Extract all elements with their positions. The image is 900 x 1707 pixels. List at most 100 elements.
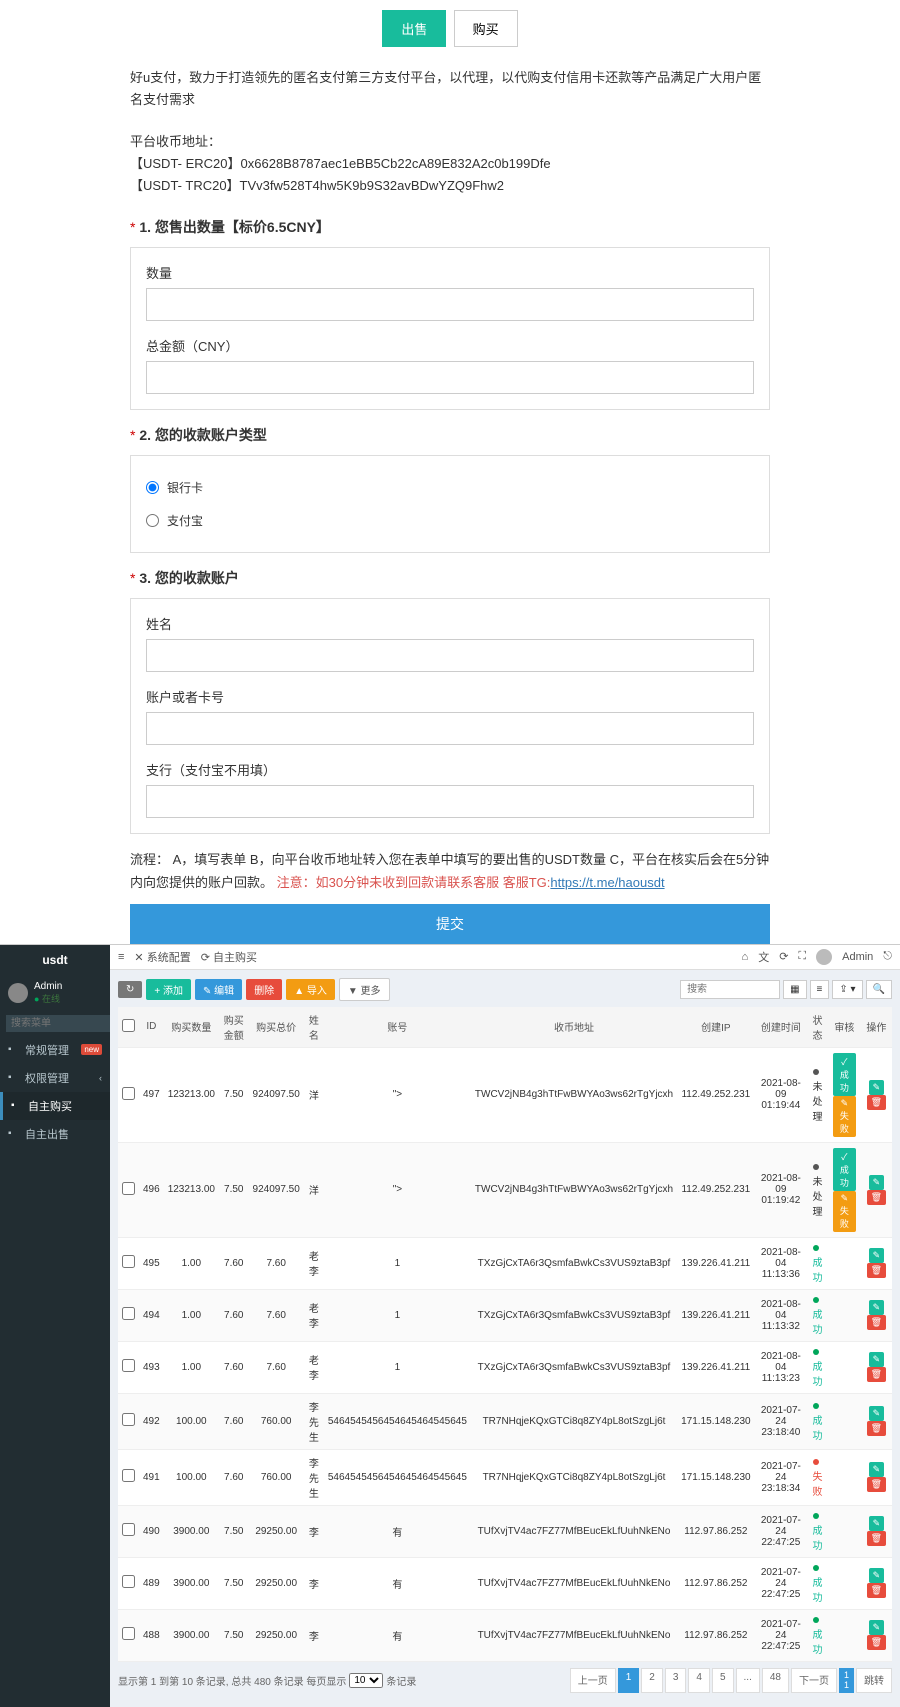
export-icon[interactable]: ⇪ ▾ [832, 980, 862, 999]
total-input[interactable] [146, 361, 754, 394]
col-3: 购买金额 [219, 1007, 249, 1048]
row-check[interactable] [122, 1523, 135, 1536]
row-edit[interactable]: ✎ [869, 1406, 885, 1421]
row-delete[interactable]: 🗑 [867, 1315, 886, 1330]
cell-ip: 139.226.41.211 [677, 1237, 755, 1289]
more-button[interactable]: ▼ 更多 [339, 978, 390, 1001]
row-delete[interactable]: 🗑 [867, 1477, 886, 1492]
cell-qty: 3900.00 [164, 1609, 219, 1661]
sidebar-item-自主出售[interactable]: ▪自主出售 [0, 1120, 110, 1148]
audit-fail[interactable]: ✎ 失败 [833, 1096, 856, 1137]
cell-name: 洋 [304, 1047, 324, 1142]
check-all[interactable] [122, 1019, 135, 1032]
row-edit[interactable]: ✎ [869, 1175, 885, 1190]
row-delete[interactable]: 🗑 [867, 1367, 886, 1382]
topbar-home-icon[interactable]: ⌂ [742, 951, 749, 963]
topbar-logout-icon[interactable]: ⎋ [883, 950, 892, 963]
audit-fail[interactable]: ✎ 失败 [833, 1191, 856, 1232]
row-edit[interactable]: ✎ [869, 1516, 885, 1531]
edit-button[interactable]: ✎ 编辑 [195, 979, 242, 1000]
row-check[interactable] [122, 1575, 135, 1588]
table-search-input[interactable] [680, 980, 780, 999]
data-table: ID购买数量购买金额购买总价姓名账号收币地址创建IP创建时间状态审核操作 497… [118, 1007, 892, 1662]
sidebar-item-自主购买[interactable]: ▪自主购买 [0, 1092, 110, 1120]
cell-addr: TWCV2jNB4g3hTtFwBWYAo3ws62rTgYjcxh [471, 1047, 677, 1142]
tab-sell[interactable]: 出售 [382, 10, 446, 47]
topbar-tab-1[interactable]: ✕ 系统配置 [134, 949, 190, 965]
pager-next[interactable]: 下一页 [791, 1668, 837, 1694]
sidebar-item-权限管理[interactable]: ▪权限管理‹ [0, 1064, 110, 1092]
pager-page-3[interactable]: 3 [665, 1668, 687, 1694]
audit-success[interactable]: ✓ 成功 [833, 1148, 856, 1191]
qty-input[interactable] [146, 288, 754, 321]
delete-button[interactable]: 删除 [246, 979, 282, 1000]
row-edit[interactable]: ✎ [869, 1080, 885, 1095]
row-delete[interactable]: 🗑 [867, 1263, 886, 1278]
pager-jump-btn[interactable]: 跳转 [856, 1668, 892, 1694]
pager-jump[interactable]: 11 [839, 1668, 854, 1694]
cell-total: 760.00 [249, 1393, 304, 1449]
row-check[interactable] [122, 1255, 135, 1268]
row-delete[interactable]: 🗑 [867, 1583, 886, 1598]
pager-page-...[interactable]: ... [736, 1668, 760, 1694]
topbar-lang-icon[interactable]: 文 [758, 949, 769, 965]
row-check[interactable] [122, 1307, 135, 1320]
account-input[interactable] [146, 712, 754, 745]
row-edit[interactable]: ✎ [869, 1300, 885, 1315]
row-check[interactable] [122, 1627, 135, 1640]
tab-buy[interactable]: 购买 [454, 10, 518, 47]
sidebar-item-常规管理[interactable]: ▪常规管理new [0, 1036, 110, 1064]
row-delete[interactable]: 🗑 [867, 1095, 886, 1110]
pager-page-2[interactable]: 2 [641, 1668, 663, 1694]
row-check[interactable] [122, 1087, 135, 1100]
row-delete[interactable]: 🗑 [867, 1531, 886, 1546]
name-input[interactable] [146, 639, 754, 672]
search-icon[interactable]: 🔍 [866, 980, 892, 999]
topbar-refresh-icon[interactable]: ⟳ [779, 950, 788, 963]
row-edit[interactable]: ✎ [869, 1568, 885, 1583]
row-check[interactable] [122, 1182, 135, 1195]
submit-button[interactable]: 提交 [130, 904, 770, 944]
pager-page-5[interactable]: 5 [712, 1668, 734, 1694]
addr-title: 平台收币地址： [130, 131, 770, 153]
add-button[interactable]: + 添加 [146, 979, 191, 1000]
refresh-button[interactable]: ↻ [118, 981, 142, 998]
row-check[interactable] [122, 1359, 135, 1372]
cell-acct: 有 [324, 1609, 471, 1661]
cell-ops: ✎🗑 [861, 1505, 892, 1557]
row-edit[interactable]: ✎ [869, 1620, 885, 1635]
pager-page-4[interactable]: 4 [688, 1668, 710, 1694]
topbar-user[interactable]: Admin [842, 951, 873, 963]
cell-addr: TWCV2jNB4g3hTtFwBWYAo3ws62rTgYjcxh [471, 1142, 677, 1237]
page-size-select[interactable]: 10 [349, 1673, 383, 1688]
cell-ip: 112.49.252.231 [677, 1047, 755, 1142]
support-link[interactable]: https://t.me/haousdt [550, 875, 664, 890]
list-icon[interactable]: ≡ [810, 980, 830, 999]
row-edit[interactable]: ✎ [869, 1248, 885, 1263]
table-row: 497123213.007.50924097.50洋">TWCV2jNB4g3h… [118, 1047, 892, 1142]
cell-ops: ✎🗑 [861, 1609, 892, 1661]
row-delete[interactable]: 🗑 [867, 1190, 886, 1205]
import-button[interactable]: ▲ 导入 [286, 979, 335, 1000]
cell-name: 李先生 [304, 1393, 324, 1449]
row-check[interactable] [122, 1469, 135, 1482]
radio-bank[interactable] [146, 481, 159, 494]
row-edit[interactable]: ✎ [869, 1352, 885, 1367]
row-delete[interactable]: 🗑 [867, 1635, 886, 1650]
audit-success[interactable]: ✓ 成功 [833, 1053, 856, 1096]
row-edit[interactable]: ✎ [869, 1462, 885, 1477]
branch-input[interactable] [146, 785, 754, 818]
topbar-tab-2[interactable]: ⟳ 自主购买 [201, 949, 257, 965]
topbar-fullscreen-icon[interactable]: ⛶ [798, 950, 806, 963]
pager-prev[interactable]: 上一页 [570, 1668, 616, 1694]
row-delete[interactable]: 🗑 [867, 1421, 886, 1436]
pager-page-1[interactable]: 1 [618, 1668, 640, 1694]
row-check[interactable] [122, 1413, 135, 1426]
cell-time: 2021-07-24 23:18:40 [755, 1393, 807, 1449]
topbar-tab-0[interactable]: ≡ [118, 951, 124, 963]
cell-qty: 123213.00 [164, 1142, 219, 1237]
pager-page-48[interactable]: 48 [762, 1668, 789, 1694]
radio-alipay[interactable] [146, 514, 159, 527]
columns-icon[interactable]: ▦ [783, 980, 806, 999]
topbar-avatar[interactable] [816, 949, 832, 965]
